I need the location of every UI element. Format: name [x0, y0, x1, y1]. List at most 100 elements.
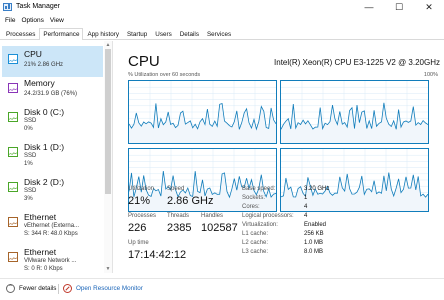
cpu-detail-pane: CPU Intel(R) Xeon(R) CPU E3-1225 V2 @ 3.… [114, 41, 444, 273]
spec-label: Sockets: [242, 195, 266, 201]
sidebar-item-detail: S: 0 R: 0 Kbps [24, 266, 63, 272]
threads-value: 2385 [167, 222, 192, 234]
sidebar-item-detail: 0% [24, 126, 33, 132]
cpu-core-graph [280, 148, 429, 212]
graph-caption: % Utilization over 60 seconds [128, 72, 201, 78]
title-bar: Task Manager — ☐ ✕ [0, 0, 444, 15]
memory-sparkline-icon [8, 83, 18, 93]
footer-bar: ⌃ Fewer details Open Resource Monitor [0, 278, 444, 300]
speed-label: Speed [167, 186, 185, 192]
cpu-core-graph [128, 80, 277, 144]
sidebar-item-name: Disk 1 (D:) [24, 142, 65, 152]
sidebar-item-disk-1[interactable]: Disk 1 (D:) SSD 1% [2, 139, 103, 170]
scroll-up-icon[interactable]: ▲ [104, 41, 112, 49]
spec-value: 3.20 GHz [304, 186, 330, 192]
sidebar-item-name: Ethernet [24, 212, 57, 222]
core-graph-svg [281, 81, 428, 143]
spec-label: Base speed: [242, 186, 276, 192]
scroll-down-icon[interactable]: ▼ [104, 265, 112, 273]
menu-file[interactable]: File [3, 15, 19, 27]
sidebar-item-detail: 3% [24, 196, 33, 202]
fewer-details-link[interactable]: Fewer details [19, 285, 56, 292]
sidebar-item-ethernet-1[interactable]: Ethernet vEthernet (Externa... S: 344 R:… [2, 209, 103, 240]
core-graph-svg [129, 81, 276, 143]
sidebar-item-detail: SSD [24, 118, 37, 124]
menu-bar: File Options View [0, 15, 444, 27]
sidebar-item-detail: SSD [24, 188, 37, 194]
spec-value: 4 [304, 213, 308, 219]
processes-label: Processes [128, 213, 157, 219]
cpu-core-graph [280, 80, 429, 144]
menu-view[interactable]: View [48, 15, 68, 27]
uptime-value: 17:14:42:12 [128, 249, 187, 261]
spec-value: Enabled [304, 222, 327, 228]
footer-divider [58, 284, 59, 294]
sidebar-item-detail: 1% [24, 161, 33, 167]
spec-label: Virtualization: [242, 222, 278, 228]
uptime-label: Up time [128, 240, 149, 246]
sidebar-item-detail: S: 344 R: 48.0 Kbps [24, 231, 78, 237]
maximize-button[interactable]: ☐ [384, 0, 414, 15]
graph-max-label: 100% [423, 72, 438, 78]
sidebar-item-memory[interactable]: Memory 24.2/31.9 GB (76%) [2, 75, 103, 106]
processes-value: 226 [128, 222, 147, 234]
sidebar-item-name: Ethernet [24, 247, 57, 257]
tab-app-history[interactable]: App history [83, 28, 123, 39]
utilization-label: Utilization [128, 186, 155, 192]
tab-users[interactable]: Users [151, 28, 175, 39]
cpu-sparkline-icon [8, 54, 18, 64]
tab-performance[interactable]: Performance [39, 28, 84, 40]
sidebar-item-detail: SSD [24, 153, 37, 159]
utilization-value: 21% [128, 195, 151, 207]
spec-value: 256 KB [304, 231, 324, 237]
sidebar-item-disk-2[interactable]: Disk 2 (D:) SSD 3% [2, 174, 103, 205]
spec-value: 8.0 MB [304, 249, 324, 255]
sidebar-item-cpu[interactable]: CPU 21% 2.86 GHz [2, 46, 103, 77]
tab-services[interactable]: Services [203, 28, 235, 39]
threads-label: Threads [167, 213, 190, 219]
sidebar-scrollbar-thumb[interactable] [105, 49, 111, 194]
page-title: CPU [128, 53, 160, 70]
open-resource-monitor-link[interactable]: Open Resource Monitor [76, 285, 143, 292]
sidebar-item-name: Disk 2 (D:) [24, 177, 65, 187]
cpu-model-name: Intel(R) Xeon(R) CPU E3-1225 V2 @ 3.20GH… [274, 58, 440, 67]
sidebar-item-detail: 21% 2.86 GHz [24, 62, 64, 68]
disk-sparkline-icon [8, 147, 18, 157]
sidebar-item-name: Disk 0 (C:) [24, 107, 65, 117]
spec-label: Cores: [242, 204, 260, 210]
disk-sparkline-icon [8, 182, 18, 192]
chevron-up-icon[interactable]: ⌃ [6, 284, 15, 293]
close-button[interactable]: ✕ [414, 0, 444, 15]
core-graph-svg [281, 149, 428, 211]
handles-label: Handles [201, 213, 224, 219]
minimize-button[interactable]: — [354, 0, 384, 15]
resource-monitor-icon[interactable] [63, 284, 72, 293]
ethernet-sparkline-icon [8, 217, 18, 227]
spec-label: L1 cache: [242, 231, 269, 237]
tab-startup[interactable]: Startup [123, 28, 151, 39]
sidebar-item-detail: VMware Network ... [24, 258, 77, 264]
spec-label: Logical processors: [242, 213, 294, 219]
tab-bar: Processes Performance App history Startu… [0, 28, 444, 40]
spec-value: 1 [304, 195, 308, 201]
handles-value: 102587 [201, 222, 238, 234]
tab-details[interactable]: Details [176, 28, 203, 39]
ethernet-sparkline-icon [8, 252, 18, 262]
window-title: Task Manager [16, 3, 60, 10]
sidebar-item-name: Memory [24, 78, 55, 88]
spec-label: L2 cache: [242, 240, 269, 246]
speed-value: 2.86 GHz [167, 195, 214, 207]
disk-sparkline-icon [8, 112, 18, 122]
utilization-area [281, 102, 428, 143]
spec-value: 4 [304, 204, 308, 210]
spec-value: 1.0 MB [304, 240, 324, 246]
menu-options[interactable]: Options [19, 15, 47, 27]
task-manager-icon [3, 3, 12, 11]
sidebar-item-detail: 24.2/31.9 GB (76%) [24, 91, 78, 97]
sidebar-item-ethernet-2[interactable]: Ethernet VMware Network ... S: 0 R: 0 Kb… [2, 244, 103, 273]
tab-processes[interactable]: Processes [2, 28, 39, 39]
sidebar-item-detail: vEthernet (Externa... [24, 223, 80, 229]
sidebar-item-disk-0[interactable]: Disk 0 (C:) SSD 0% [2, 104, 103, 135]
spec-label: L3 cache: [242, 249, 269, 255]
sidebar-item-name: CPU [24, 49, 42, 59]
